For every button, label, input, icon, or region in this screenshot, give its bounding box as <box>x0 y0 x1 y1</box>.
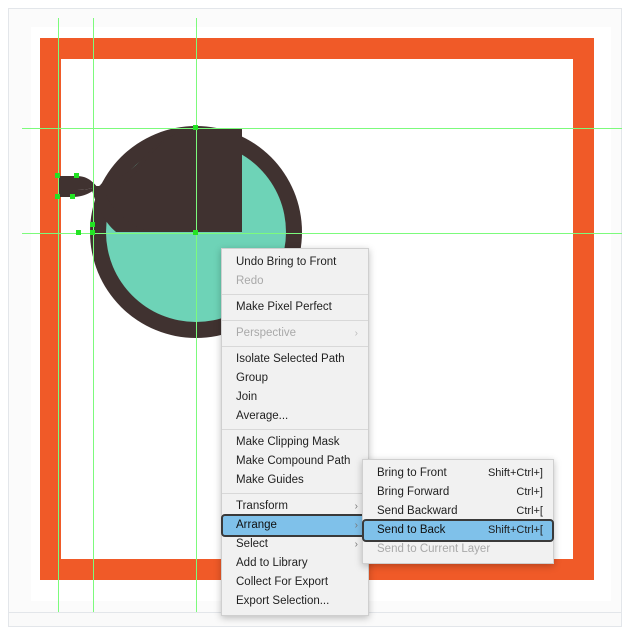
menu-item-make-guides[interactable]: Make Guides <box>222 471 368 490</box>
menu-item-label: Add to Library <box>236 557 308 569</box>
menu-item-redo: Redo <box>222 272 368 291</box>
menu-separator <box>222 294 368 295</box>
guide-vertical-3[interactable] <box>196 18 197 612</box>
menu-item-label: Send to Current Layer <box>377 543 491 555</box>
menu-item-label: Make Guides <box>236 474 304 486</box>
anchor-point[interactable] <box>90 222 95 227</box>
guide-horizontal-1[interactable] <box>22 128 622 129</box>
menu-item-send-to-current-layer: Send to Current Layer <box>363 540 553 559</box>
anchor-point[interactable] <box>55 173 60 178</box>
menu-item-export-selection[interactable]: Export Selection... <box>222 592 368 611</box>
menu-item-arrange[interactable]: Arrange › <box>222 516 368 535</box>
menu-item-make-pixel-perfect[interactable]: Make Pixel Perfect <box>222 298 368 317</box>
menu-item-shortcut: Shift+Ctrl+[ <box>487 524 543 536</box>
menu-item-group[interactable]: Group <box>222 369 368 388</box>
anchor-point[interactable] <box>76 230 81 235</box>
menu-item-label: Group <box>236 372 268 384</box>
menu-item-join[interactable]: Join <box>222 388 368 407</box>
menu-item-undo-bring-to-front[interactable]: Undo Bring to Front <box>222 253 368 272</box>
menu-separator <box>222 320 368 321</box>
menu-item-label: Isolate Selected Path <box>236 353 345 365</box>
menu-item-shortcut: Shift+Ctrl+] <box>487 467 543 479</box>
guide-horizontal-2[interactable] <box>22 233 622 234</box>
menu-separator <box>222 493 368 494</box>
anchor-point[interactable] <box>74 173 79 178</box>
menu-item-label: Transform <box>236 500 288 512</box>
menu-item-select[interactable]: Select › <box>222 535 368 554</box>
menu-separator <box>222 429 368 430</box>
menu-item-label: Collect For Export <box>236 576 329 588</box>
menu-item-label: Make Compound Path <box>236 455 351 467</box>
menu-item-send-backward[interactable]: Send Backward Ctrl+[ <box>363 502 553 521</box>
menu-item-make-compound-path[interactable]: Make Compound Path <box>222 452 368 471</box>
anchor-point[interactable] <box>193 230 198 235</box>
menu-item-send-to-back[interactable]: Send to Back Shift+Ctrl+[ <box>363 521 553 540</box>
menu-item-label: Perspective <box>236 327 297 339</box>
menu-item-label: Redo <box>236 275 264 287</box>
chevron-right-icon: › <box>354 520 358 531</box>
menu-item-average[interactable]: Average... <box>222 407 368 426</box>
chevron-right-icon: › <box>354 501 358 512</box>
menu-item-transform[interactable]: Transform › <box>222 497 368 516</box>
anchor-point[interactable] <box>55 194 60 199</box>
chevron-right-icon: › <box>354 539 358 550</box>
menu-item-label: Bring to Front <box>377 467 447 479</box>
arrange-submenu[interactable]: Bring to Front Shift+Ctrl+] Bring Forward C… <box>362 459 554 564</box>
menu-item-label: Bring Forward <box>377 486 450 498</box>
menu-item-perspective: Perspective › <box>222 324 368 343</box>
guide-vertical-2[interactable] <box>93 18 94 612</box>
menu-item-label: Arrange <box>236 519 277 531</box>
menu-item-label: Make Clipping Mask <box>236 436 340 448</box>
anchor-point[interactable] <box>193 125 198 130</box>
app-window: Undo Bring to Front Redo Make Pixel Perfec… <box>0 0 630 636</box>
menu-item-collect-for-export[interactable]: Collect For Export <box>222 573 368 592</box>
menu-item-shortcut: Ctrl+[ <box>516 505 543 517</box>
menu-item-add-to-library[interactable]: Add to Library <box>222 554 368 573</box>
menu-item-isolate-selected-path[interactable]: Isolate Selected Path <box>222 350 368 369</box>
menu-item-label: Join <box>236 391 258 403</box>
menu-item-label: Select <box>236 538 268 550</box>
menu-item-bring-forward[interactable]: Bring Forward Ctrl+] <box>363 483 553 502</box>
menu-separator <box>222 346 368 347</box>
anchor-point[interactable] <box>90 230 95 235</box>
anchor-point[interactable] <box>70 194 75 199</box>
menu-item-label: Average... <box>236 410 289 422</box>
canvas-context-menu[interactable]: Undo Bring to Front Redo Make Pixel Perfec… <box>221 248 369 616</box>
menu-item-shortcut: Ctrl+] <box>516 486 543 498</box>
menu-item-label: Send to Back <box>377 524 446 536</box>
menu-item-label: Send Backward <box>377 505 458 517</box>
guide-vertical-1[interactable] <box>58 18 59 612</box>
menu-item-selected-wrapper: Arrange › <box>221 514 369 537</box>
menu-item-make-clipping-mask[interactable]: Make Clipping Mask <box>222 433 368 452</box>
chevron-right-icon: › <box>354 328 358 339</box>
menu-item-label: Export Selection... <box>236 595 330 607</box>
menu-item-bring-to-front[interactable]: Bring to Front Shift+Ctrl+] <box>363 464 553 483</box>
menu-item-label: Make Pixel Perfect <box>236 301 332 313</box>
menu-item-selected-wrapper: Send to Back Shift+Ctrl+[ <box>362 519 554 542</box>
menu-item-label: Undo Bring to Front <box>236 256 337 268</box>
